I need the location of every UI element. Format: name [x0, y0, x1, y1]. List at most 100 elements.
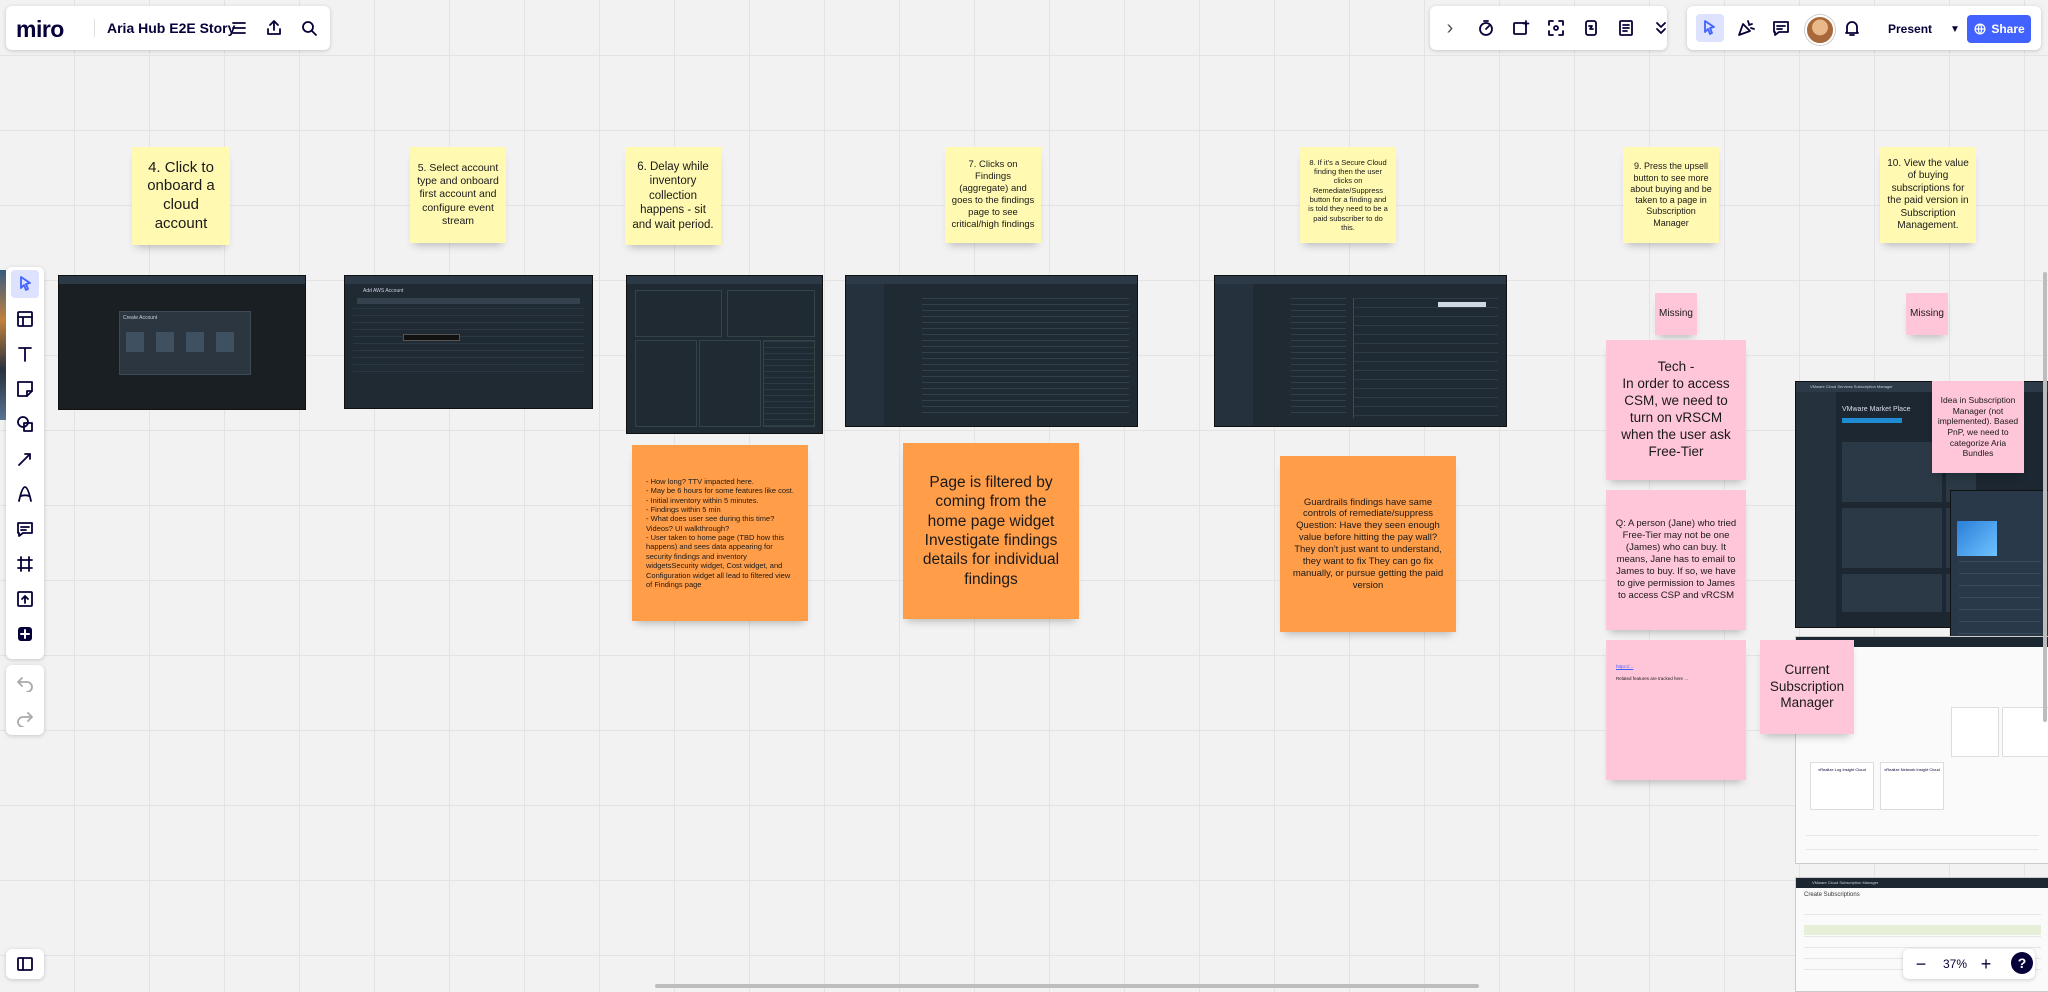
shot-sidebar — [846, 284, 884, 426]
remediate-button — [1438, 302, 1486, 307]
overlay-image — [1957, 521, 1997, 556]
share-button[interactable]: Share — [1967, 15, 2031, 43]
zoom-level[interactable]: 37% — [1938, 951, 1972, 977]
shot-header — [627, 276, 822, 284]
shot-title: VMware Cloud Services Subscription Manag… — [1810, 384, 1893, 389]
card-row-1 — [1951, 707, 2048, 757]
shot-header — [1215, 276, 1506, 284]
sticky-step-6[interactable]: 6. Delay while inventory collection happ… — [625, 147, 721, 245]
sticky-link-notes[interactable]: https://... Related features are tracked… — [1606, 640, 1746, 780]
sticky-step-8[interactable]: 8. If it's a Secure Cloud finding then t… — [1300, 147, 1396, 243]
export-icon[interactable] — [260, 14, 288, 42]
screenshot-add-aws-account[interactable]: Add AWS Account — [344, 275, 593, 409]
dialog-title: Create Account — [123, 315, 158, 321]
help-button[interactable]: ? — [2011, 952, 2033, 974]
product-card: vRealize Log Insight Cloud — [1810, 762, 1874, 810]
sticky-step-5[interactable]: 5. Select account type and onboard first… — [410, 147, 506, 243]
text-tool-icon[interactable] — [11, 340, 39, 368]
miro-logo[interactable]: miro — [16, 16, 64, 43]
cropped-image-thumbnail[interactable] — [0, 270, 6, 420]
sticky-step-10[interactable]: 10. View the value of buying subscriptio… — [1880, 147, 1976, 243]
celebrate-icon[interactable] — [1732, 14, 1760, 42]
present-label: Present — [1888, 22, 1933, 36]
shapes-icon[interactable] — [11, 410, 39, 438]
finding-rows — [1291, 298, 1346, 418]
create-account-dialog: Create Account — [119, 311, 251, 375]
undo-icon[interactable] — [11, 668, 39, 696]
more-apps-icon[interactable] — [11, 620, 39, 648]
reference-notes-body: Related features are tracked here ... — [1616, 675, 1689, 681]
screenshot-findings-list[interactable] — [845, 275, 1138, 427]
sticky-step-9[interactable]: 9. Press the upsell button to see more a… — [1623, 147, 1719, 243]
sticky-filtered-page[interactable]: Page is filtered by coming from the home… — [903, 443, 1079, 619]
board-title[interactable]: Aria Hub E2E Story — [94, 19, 235, 37]
create-subscriptions-heading: Create Subscriptions — [1804, 892, 1860, 898]
vertical-scrollbar[interactable] — [2043, 272, 2047, 722]
notifications-bell-icon[interactable] — [1838, 14, 1866, 42]
shot-title: Add AWS Account — [363, 288, 404, 294]
screenshot-finding-detail[interactable] — [1214, 275, 1507, 427]
board-sidebar-icon[interactable] — [11, 950, 39, 978]
focus-icon[interactable] — [1542, 14, 1570, 42]
cursor-share-icon[interactable] — [1696, 14, 1724, 42]
search-icon[interactable] — [295, 14, 323, 42]
timer-icon[interactable] — [1472, 14, 1500, 42]
zoom-in-button[interactable]: + — [1975, 951, 1997, 977]
notes-icon[interactable] — [1612, 14, 1640, 42]
widget-c — [635, 340, 697, 427]
zoom-out-button[interactable]: − — [1910, 951, 1932, 977]
reference-link[interactable]: https://... — [1616, 664, 1633, 670]
connection-line-icon[interactable] — [11, 445, 39, 473]
globe-icon — [1974, 23, 1986, 35]
pen-icon[interactable] — [11, 480, 39, 508]
sticky-step-7[interactable]: 7. Clicks on Findings (aggregate) and go… — [945, 147, 1041, 243]
sticky-current-subscription-manager[interactable]: Current Subscription Manager — [1760, 640, 1854, 734]
widget-a — [635, 290, 722, 337]
sticky-tech[interactable]: Tech - In order to access CSM, we need t… — [1606, 340, 1746, 480]
sticky-guardrails[interactable]: Guardrails findings have same controls o… — [1280, 456, 1456, 632]
menu-icon[interactable] — [225, 14, 253, 42]
findings-table-rows — [922, 298, 1129, 418]
voting-icon[interactable] — [1577, 14, 1605, 42]
user-avatar[interactable] — [1805, 15, 1835, 45]
sticky-question[interactable]: Q: A person (Jane) who tried Free-Tier m… — [1606, 490, 1746, 630]
comments-icon[interactable] — [1767, 14, 1795, 42]
sticky-missing-9[interactable]: Missing — [1655, 293, 1697, 335]
collapse-chevron-icon[interactable]: › — [1436, 14, 1464, 42]
form-section — [357, 298, 580, 304]
shot-header — [846, 276, 1137, 284]
sticky-ttv-notes[interactable]: - How long? TTV impacted here. - May be … — [632, 445, 808, 621]
finding-detail-pane — [1353, 298, 1498, 418]
widget-b — [727, 290, 815, 337]
more-chevrons-icon[interactable] — [1647, 14, 1675, 42]
comment-tool-icon[interactable] — [11, 515, 39, 543]
subscription-step-active — [1804, 925, 2041, 935]
select-tool-icon[interactable] — [11, 270, 39, 298]
sticky-missing-10[interactable]: Missing — [1906, 293, 1948, 335]
sticky-idea-subscription[interactable]: Idea in Subscription Manager (not implem… — [1932, 381, 2024, 473]
redo-icon[interactable] — [11, 703, 39, 731]
sticky-step-4[interactable]: 4. Click to onboard a cloud account — [132, 147, 230, 245]
share-label: Share — [1991, 22, 2025, 36]
screenshot-create-account[interactable]: Create Account — [58, 275, 306, 410]
chevron-down-icon[interactable]: ▼ — [1950, 24, 1960, 35]
form-rows — [353, 308, 584, 378]
present-button[interactable]: Present ▼ — [1880, 17, 1968, 41]
sticky-note-icon[interactable] — [11, 375, 39, 403]
shot-header: VMware Cloud Subscription Manager — [1796, 878, 2048, 888]
marketplace-heading: VMware Market Place — [1842, 406, 1911, 413]
product-card: vRealize Network Insight Cloud — [1880, 762, 1944, 810]
reactions-icon[interactable] — [1507, 14, 1535, 42]
marketplace-banner — [1842, 418, 1902, 423]
screenshot-inventory-dashboard[interactable] — [626, 275, 823, 434]
product-tiles — [1842, 442, 1942, 612]
widget-d — [699, 340, 761, 427]
frame-icon[interactable] — [11, 550, 39, 578]
form-input — [403, 334, 460, 341]
subscription-rows — [1806, 835, 2039, 863]
shot-header — [345, 276, 592, 284]
shot-header — [59, 276, 305, 284]
templates-icon[interactable] — [11, 305, 39, 333]
upload-icon[interactable] — [11, 585, 39, 613]
horizontal-scrollbar[interactable] — [655, 984, 1479, 988]
